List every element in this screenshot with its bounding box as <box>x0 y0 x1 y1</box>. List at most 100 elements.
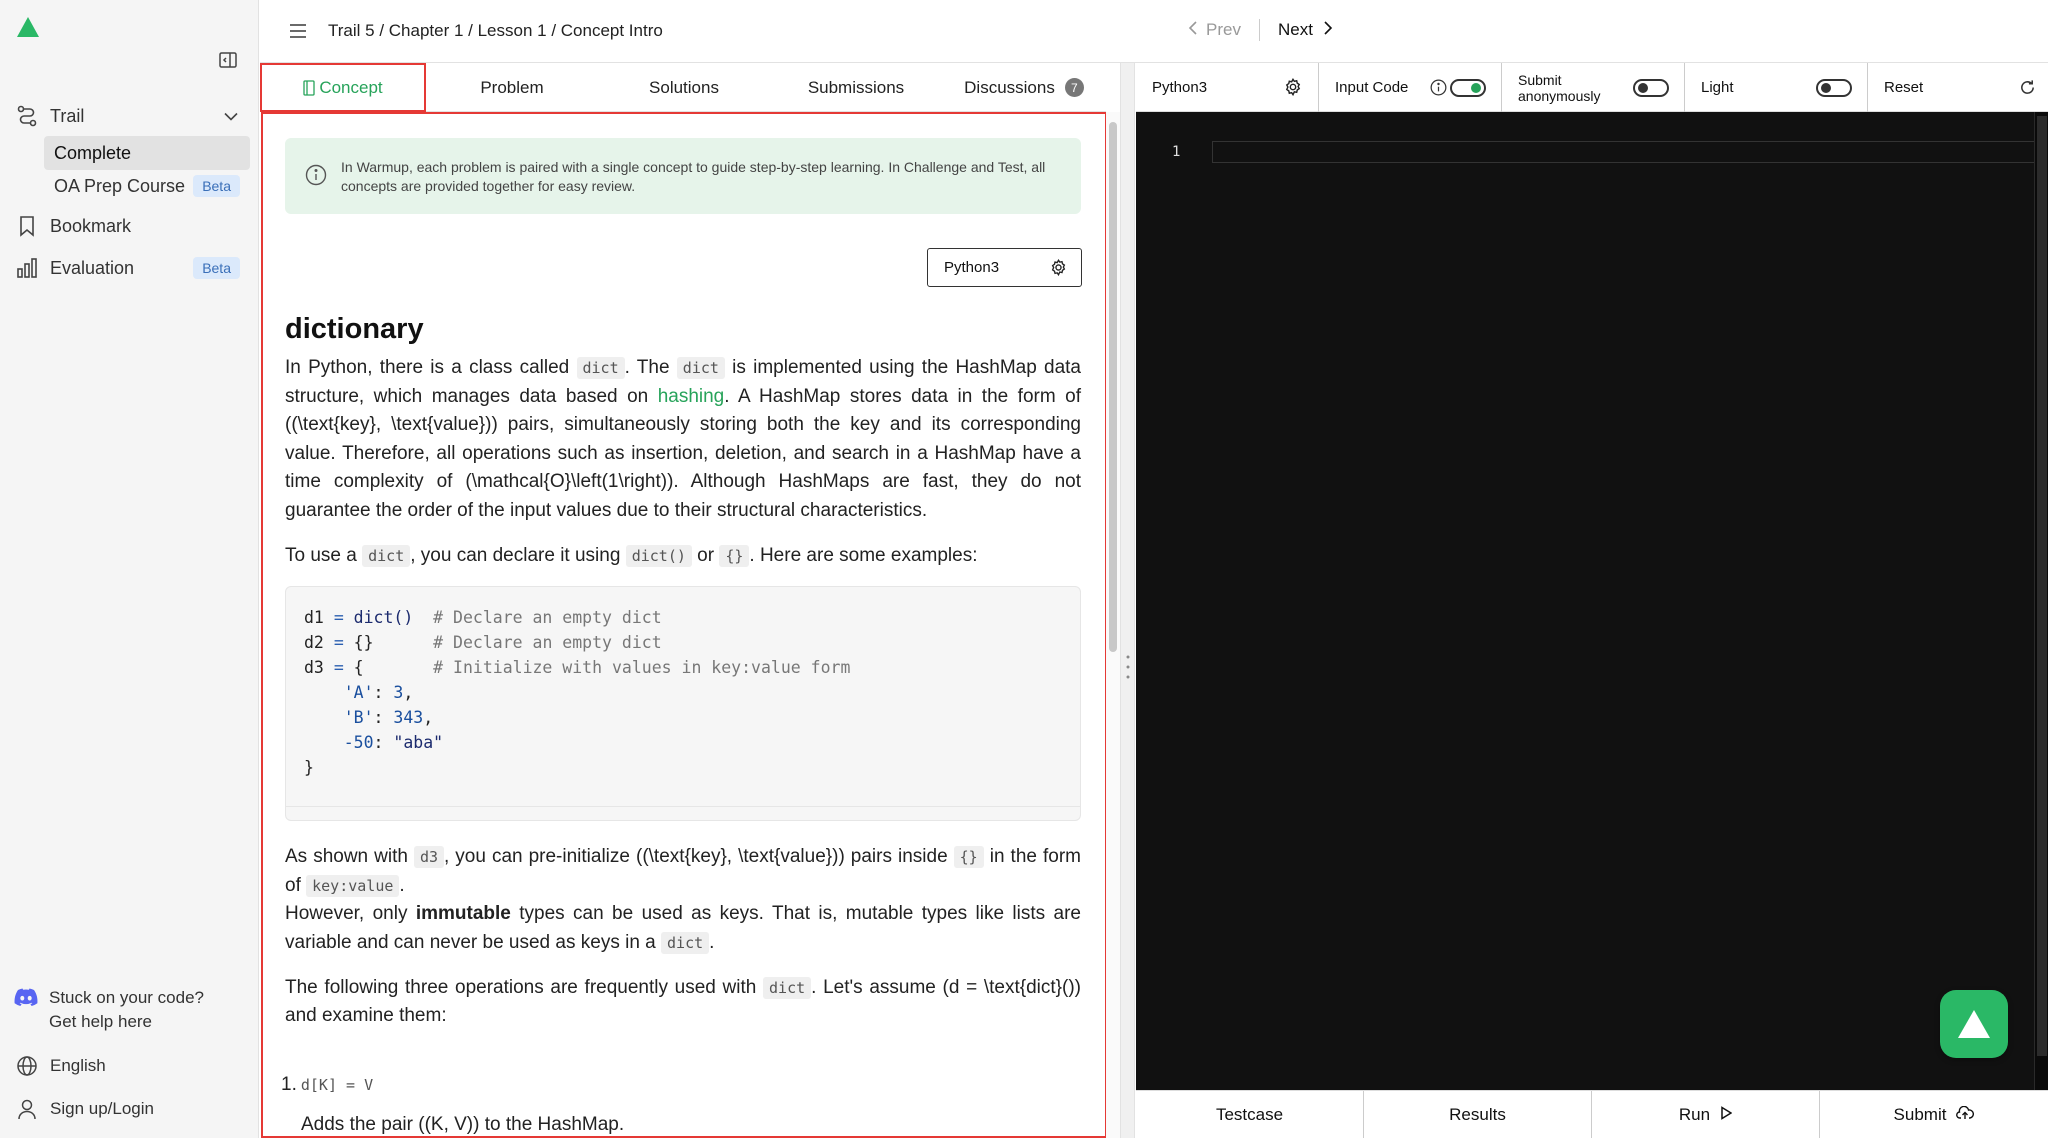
tab-label: Submissions <box>807 77 905 97</box>
scrollbar-thumb[interactable] <box>2037 116 2047 1056</box>
text: However, only <box>285 903 416 925</box>
submit-anon-label-2: anonymously <box>1518 87 1601 104</box>
code-token: } <box>304 758 314 778</box>
submit-anonymously-setting: Submit anonymously <box>1502 63 1685 112</box>
concept-title: dictionary <box>285 313 424 345</box>
assistant-fab-button[interactable] <box>1940 990 2008 1058</box>
collapse-sidebar-icon[interactable] <box>218 50 238 70</box>
play-icon <box>1720 1105 1733 1125</box>
refresh-icon <box>2019 79 2036 100</box>
tab-problem[interactable]: Problem <box>426 63 598 112</box>
code-token: { <box>343 658 364 678</box>
inline-code: dict <box>676 357 725 379</box>
code-example: d1 = dict() # Declare an empty dict d2 =… <box>285 586 1081 822</box>
breadcrumb[interactable]: Trail 5 / Chapter 1 / Lesson 1 / Concept… <box>328 21 663 41</box>
results-button[interactable]: Results <box>1364 1091 1592 1138</box>
app-root: Trail Complete OA Prep Course Beta Bookm… <box>0 0 2048 1138</box>
tab-submissions[interactable]: Submissions <box>770 63 942 112</box>
prev-button[interactable]: Prev <box>1188 20 1241 41</box>
testcase-button[interactable]: Testcase <box>1136 1091 1364 1138</box>
reset-label: Reset <box>1884 79 1924 96</box>
trail-item-label: OA Prep Course <box>54 175 186 196</box>
hashing-link[interactable]: hashing <box>658 386 725 407</box>
cloud-upload-icon <box>1956 1105 1975 1125</box>
paragraph: In Python, there is a class called dict.… <box>285 354 1081 526</box>
paragraph: As shown with d3, you can pre-initialize… <box>285 843 1081 900</box>
input-code-toggle[interactable] <box>1450 79 1486 97</box>
discord-icon <box>14 986 40 1034</box>
theme-setting: Light <box>1685 63 1868 112</box>
lesson-pagination: Prev Next <box>1188 19 1333 41</box>
concept-language-select[interactable]: Python3 <box>927 248 1082 287</box>
scrollbar-thumb[interactable] <box>1109 122 1117 652</box>
inline-code: {} <box>719 544 750 567</box>
trail-item-label: Complete <box>54 142 132 163</box>
sidebar-item-trail[interactable]: Trail <box>0 100 259 132</box>
code-token: dict() <box>343 608 414 628</box>
inline-code: d3 <box>413 846 444 869</box>
help-text-line2: Get help here <box>49 1012 153 1031</box>
content-scrollbar[interactable] <box>1106 112 1120 1138</box>
trail-item-oa-prep-course[interactable]: OA Prep Course Beta <box>44 169 250 203</box>
gear-icon <box>1050 258 1067 280</box>
language-selector[interactable]: English <box>0 1051 259 1081</box>
concept-content: In Warmup, each problem is paired with a… <box>261 112 1107 1138</box>
prev-label: Prev <box>1206 20 1241 39</box>
help-link[interactable]: Stuck on your code? Get help here <box>14 986 204 1034</box>
text: To use a <box>285 544 363 566</box>
code-token: "aba" <box>393 733 444 753</box>
submit-anonymously-toggle[interactable] <box>1633 79 1669 97</box>
hamburger-menu-icon[interactable] <box>288 22 308 40</box>
bar-chart-icon <box>14 255 40 281</box>
light-theme-toggle[interactable] <box>1816 79 1852 97</box>
editor-scrollbar[interactable] <box>2034 112 2048 1090</box>
sidebar-item-evaluation[interactable]: Evaluation Beta <box>0 252 259 284</box>
code-token: d1 <box>304 608 334 628</box>
discussion-count-badge: 7 <box>1064 78 1084 97</box>
reset-button[interactable]: Reset <box>1868 63 2048 112</box>
inline-code: d[K] = V <box>300 1075 374 1094</box>
code-editor[interactable]: 1 <box>1136 112 2048 1090</box>
code-scrollbar[interactable] <box>286 806 1080 820</box>
run-label: Run <box>1678 1105 1711 1124</box>
input-code-setting: Input Code <box>1319 63 1502 112</box>
paragraph: To use a dict, you can declare it using … <box>285 542 1081 571</box>
login-label: Sign up/Login <box>50 1099 154 1118</box>
globe-icon <box>14 1053 40 1079</box>
code-token: 343 <box>393 708 424 728</box>
editor-language-select[interactable]: Python3 <box>1136 63 1319 112</box>
topbar: Trail 5 / Chapter 1 / Lesson 1 / Concept… <box>260 0 2048 63</box>
submit-label: Submit <box>1893 1105 1947 1124</box>
logo-icon[interactable] <box>16 16 40 38</box>
user-icon <box>14 1096 40 1122</box>
code-token: : <box>373 683 394 703</box>
sign-up-login-link[interactable]: Sign up/Login <box>0 1094 259 1124</box>
help-text-line1: Stuck on your code? <box>49 988 204 1007</box>
toggle-knob <box>1638 83 1648 93</box>
language-select-value: Python3 <box>944 259 1000 276</box>
inline-code: dict <box>362 544 411 567</box>
code-comment: # Initialize with values in key:value fo… <box>363 658 851 678</box>
chevron-down-icon[interactable] <box>223 106 239 127</box>
trail-item-complete[interactable]: Complete <box>44 136 250 170</box>
submit-button[interactable]: Submit <box>1820 1091 2048 1138</box>
trail-icon <box>14 103 40 129</box>
next-button[interactable]: Next <box>1278 20 1333 41</box>
line-number: 1 <box>1172 144 1181 160</box>
panel-resize-handle[interactable] <box>1120 63 1135 1138</box>
content-tabs: Concept Problem Solutions Submissions Di… <box>260 63 1106 112</box>
current-line-highlight[interactable] <box>1212 141 2048 163</box>
text: . <box>399 874 405 896</box>
tab-concept[interactable]: Concept <box>260 63 426 112</box>
beta-badge: Beta <box>193 175 240 197</box>
sidebar-item-bookmark[interactable]: Bookmark <box>0 210 259 242</box>
notice-text: In Warmup, each problem is paired with a… <box>341 159 1046 194</box>
code-token: = <box>333 633 344 653</box>
tab-discussions[interactable]: Discussions 7 <box>942 63 1106 112</box>
book-icon <box>303 79 315 96</box>
list-item: 1. d[K] = V <box>281 1071 1081 1100</box>
tab-solutions[interactable]: Solutions <box>598 63 770 112</box>
info-icon[interactable] <box>1430 79 1447 100</box>
run-button[interactable]: Run <box>1592 1091 1820 1138</box>
code-token: : <box>373 708 394 728</box>
